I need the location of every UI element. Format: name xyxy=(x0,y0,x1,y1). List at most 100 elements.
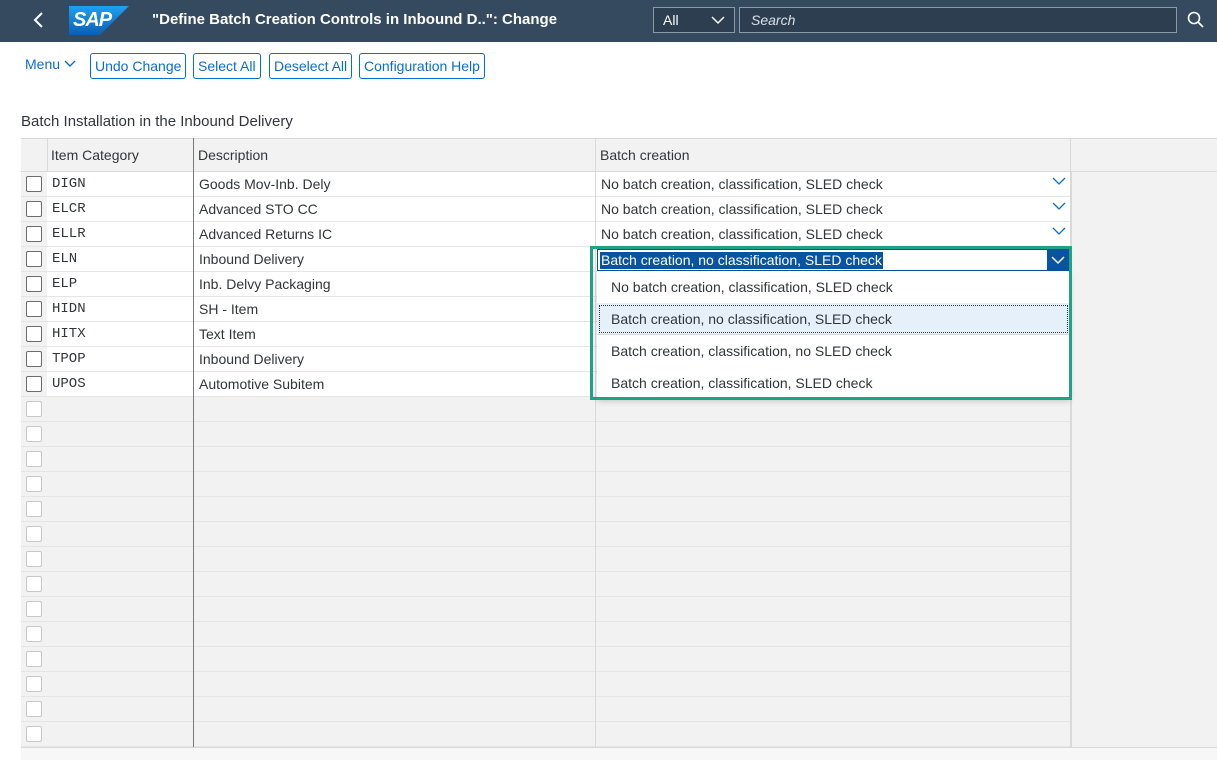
row-checkbox[interactable] xyxy=(26,426,42,442)
combobox-value: No batch creation, classification, SLED … xyxy=(601,201,883,217)
back-button[interactable] xyxy=(26,7,52,33)
row-selector[interactable] xyxy=(21,297,47,321)
row-checkbox[interactable] xyxy=(26,476,42,492)
search-scope-select[interactable]: All xyxy=(653,7,735,33)
column-divider xyxy=(595,572,596,597)
table-row[interactable]: DIGN Goods Mov-Inb. Dely No batch creation… xyxy=(21,172,1071,197)
horizontal-scrollbar[interactable] xyxy=(21,747,1217,760)
deselect-all-button[interactable]: Deselect All xyxy=(269,53,353,79)
row-selector[interactable] xyxy=(21,672,47,696)
row-selector[interactable] xyxy=(21,197,47,221)
row-checkbox[interactable] xyxy=(26,301,42,317)
row-selector[interactable] xyxy=(21,372,47,396)
row-checkbox[interactable] xyxy=(26,176,42,192)
table-row xyxy=(21,447,1071,472)
table-header: Item Category Description Batch creation xyxy=(21,138,1217,173)
row-checkbox[interactable] xyxy=(26,626,42,642)
header-divider xyxy=(47,139,48,173)
row-selector[interactable] xyxy=(21,322,47,346)
chevron-left-icon xyxy=(33,12,43,28)
row-selector[interactable] xyxy=(21,422,47,446)
row-checkbox[interactable] xyxy=(26,551,42,567)
header-item-category[interactable]: Item Category xyxy=(51,147,139,163)
row-checkbox[interactable] xyxy=(26,201,42,217)
dropdown-option[interactable]: Batch creation, classification, no SLED … xyxy=(597,335,1070,367)
row-selector[interactable] xyxy=(21,172,47,196)
row-checkbox[interactable] xyxy=(26,651,42,667)
undo-change-button[interactable]: Undo Change xyxy=(90,53,187,79)
menu-button[interactable]: Menu xyxy=(25,56,76,72)
row-checkbox[interactable] xyxy=(26,701,42,717)
combobox-value: No batch creation, classification, SLED … xyxy=(601,226,883,242)
batch-creation-combobox-active[interactable]: Batch creation, no classification, SLED … xyxy=(597,249,1070,271)
row-selector[interactable] xyxy=(21,222,47,246)
page-title: "Define Batch Creation Controls in Inbou… xyxy=(152,11,558,28)
header-batch-creation[interactable]: Batch creation xyxy=(600,147,690,163)
row-checkbox[interactable] xyxy=(26,401,42,417)
select-all-button[interactable]: Select All xyxy=(193,53,261,79)
batch-creation-combobox[interactable]: No batch creation, classification, SLED … xyxy=(597,198,1070,220)
table-row xyxy=(21,622,1071,647)
section-title: Batch Installation in the Inbound Delive… xyxy=(21,113,293,130)
batch-creation-combobox[interactable]: No batch creation, classification, SLED … xyxy=(597,223,1070,245)
row-selector[interactable] xyxy=(21,622,47,646)
row-checkbox[interactable] xyxy=(26,601,42,617)
row-selector[interactable] xyxy=(21,347,47,371)
row-selector[interactable] xyxy=(21,647,47,671)
dropdown-option[interactable]: Batch creation, classification, SLED che… xyxy=(597,367,1070,399)
row-checkbox[interactable] xyxy=(26,276,42,292)
row-selector[interactable] xyxy=(21,572,47,596)
column-divider xyxy=(595,347,596,372)
row-selector[interactable] xyxy=(21,447,47,471)
row-checkbox[interactable] xyxy=(26,676,42,692)
row-checkbox[interactable] xyxy=(26,451,42,467)
toolbar: Menu Undo Change Select All Deselect All… xyxy=(0,52,1217,80)
column-divider xyxy=(595,472,596,497)
header-description[interactable]: Description xyxy=(198,147,268,163)
dropdown-option[interactable]: Batch creation, no classification, SLED … xyxy=(597,303,1070,335)
row-selector[interactable] xyxy=(21,472,47,496)
cell-item-category: ELCR xyxy=(52,201,86,217)
chevron-down-icon xyxy=(1051,256,1065,265)
row-selector[interactable] xyxy=(21,272,47,296)
combobox-toggle[interactable] xyxy=(1047,250,1069,270)
cell-description: Advanced STO CC xyxy=(199,201,318,217)
row-checkbox[interactable] xyxy=(26,226,42,242)
column-divider xyxy=(595,447,596,472)
dropdown-option[interactable]: No batch creation, classification, SLED … xyxy=(597,271,1070,303)
row-checkbox[interactable] xyxy=(26,501,42,517)
cell-description: Automotive Subitem xyxy=(199,376,325,392)
search-icon xyxy=(1187,11,1204,28)
column-divider xyxy=(595,247,596,272)
table-row[interactable]: ELLR Advanced Returns IC No batch creation… xyxy=(21,222,1071,247)
table-row[interactable]: ELCR Advanced STO CC No batch creation, cl… xyxy=(21,197,1071,222)
batch-creation-combobox[interactable]: No batch creation, classification, SLED … xyxy=(597,173,1070,195)
row-checkbox[interactable] xyxy=(26,726,42,742)
row-checkbox[interactable] xyxy=(26,526,42,542)
row-selector[interactable] xyxy=(21,722,47,746)
fixed-column-separator xyxy=(193,138,194,760)
row-selector[interactable] xyxy=(21,397,47,421)
sap-logo[interactable]: SAP xyxy=(69,6,129,35)
row-checkbox[interactable] xyxy=(26,351,42,367)
cell-item-category: HIDN xyxy=(52,301,86,317)
row-selector[interactable] xyxy=(21,497,47,521)
row-checkbox[interactable] xyxy=(26,251,42,267)
row-selector[interactable] xyxy=(21,522,47,546)
search-button[interactable] xyxy=(1185,9,1207,31)
column-divider xyxy=(595,272,596,297)
row-checkbox[interactable] xyxy=(26,576,42,592)
row-checkbox[interactable] xyxy=(26,376,42,392)
search-input[interactable]: Search xyxy=(739,7,1177,33)
header-divider xyxy=(595,139,596,173)
column-divider xyxy=(595,697,596,722)
header-divider xyxy=(1070,139,1071,173)
cell-description: Goods Mov-Inb. Dely xyxy=(199,176,331,192)
cell-item-category: DIGN xyxy=(52,176,86,192)
row-selector[interactable] xyxy=(21,697,47,721)
row-selector[interactable] xyxy=(21,247,47,271)
configuration-help-button[interactable]: Configuration Help xyxy=(359,53,485,79)
row-selector[interactable] xyxy=(21,547,47,571)
row-selector[interactable] xyxy=(21,597,47,621)
row-checkbox[interactable] xyxy=(26,326,42,342)
